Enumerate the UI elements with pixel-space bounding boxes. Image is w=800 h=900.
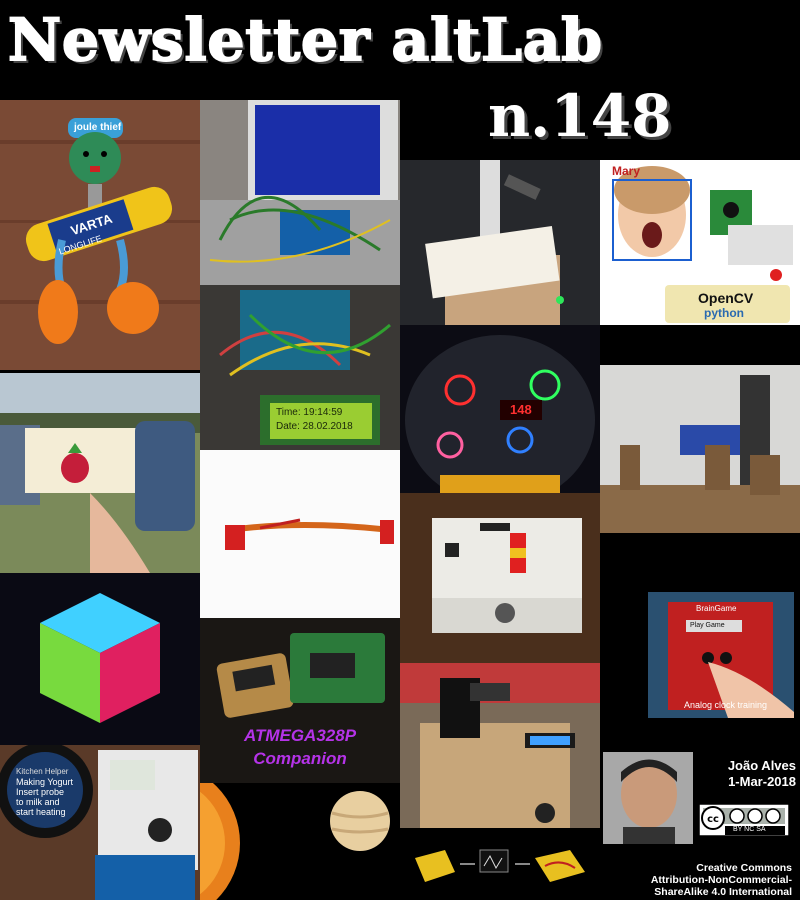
python-label: python <box>704 306 744 320</box>
rgb-cube-photo <box>0 573 200 745</box>
workshop-shelf-photo <box>600 365 800 533</box>
tft-breadboard-photo <box>200 100 400 285</box>
atmega-line-2: Companion <box>253 749 347 768</box>
license-line-2: Attribution-NonCommercial- <box>650 874 792 886</box>
author-portrait <box>603 752 693 844</box>
mary-label: Mary <box>612 164 641 178</box>
ml-diagram-photo <box>400 828 600 900</box>
yogurt-title: Kitchen Helper <box>16 767 69 776</box>
braingame-button: Play Game <box>690 622 725 629</box>
license-line-3: ShareAlike 4.0 International <box>654 886 792 898</box>
joule-thief-label: joule thief <box>74 122 122 133</box>
atmega-line-1: ATMEGA328P <box>243 726 357 745</box>
raspberry-pi-tube-photo <box>0 373 200 573</box>
svg-text:cc: cc <box>707 814 719 825</box>
license-text: Creative Commons Attribution-NonCommerci… <box>600 862 792 898</box>
sun-venus-photo <box>200 783 400 900</box>
issue-date: 1-Mar-2018 <box>728 774 796 789</box>
issue-number: n.148 <box>488 82 672 150</box>
lcd-clock-photo: Time: 19:14:59 Date: 28.02.2018 <box>200 285 400 450</box>
atmega-companion-photo: ATMEGA328P Companion <box>200 618 400 783</box>
newsletter-title: Newsletter altLab <box>7 5 603 75</box>
face-detection-photo: Mary OpenCV python <box>600 160 800 325</box>
author-name: João Alves <box>727 758 796 773</box>
nixie-number: 148 <box>510 402 532 417</box>
kitchen-helper-photo: Kitchen Helper Making Yogurt Insert prob… <box>0 745 200 900</box>
servo-box-photo <box>400 663 600 828</box>
sensor-box-photo <box>400 493 600 663</box>
cc-badge-text: BY NC SA <box>733 826 766 833</box>
lcd-line-1: Time: 19:14:59 <box>276 407 343 418</box>
joule-thief-photo: joule thief VARTA LONGLIFE <box>0 100 200 370</box>
solder-tool-photo <box>200 450 400 618</box>
opencv-label: OpenCV <box>698 290 754 306</box>
license-line-1: Creative Commons <box>696 862 792 874</box>
cc-license-badge[interactable]: cc BY NC SA <box>698 803 790 837</box>
braingame-photo: BrainGame Play Game Analog clock trainin… <box>648 592 794 718</box>
book-stand-photo <box>400 160 600 325</box>
yogurt-text: Making Yogurt Insert probe to milk and s… <box>16 777 74 817</box>
analog-clock-label: Analog clock training <box>684 700 768 710</box>
lcd-line-2: Date: 28.02.2018 <box>276 421 353 432</box>
nixie-dome-photo: 148 <box>400 325 600 493</box>
braingame-title: BrainGame <box>696 604 737 613</box>
author-block: João Alves 1-Mar-2018 <box>700 758 796 790</box>
